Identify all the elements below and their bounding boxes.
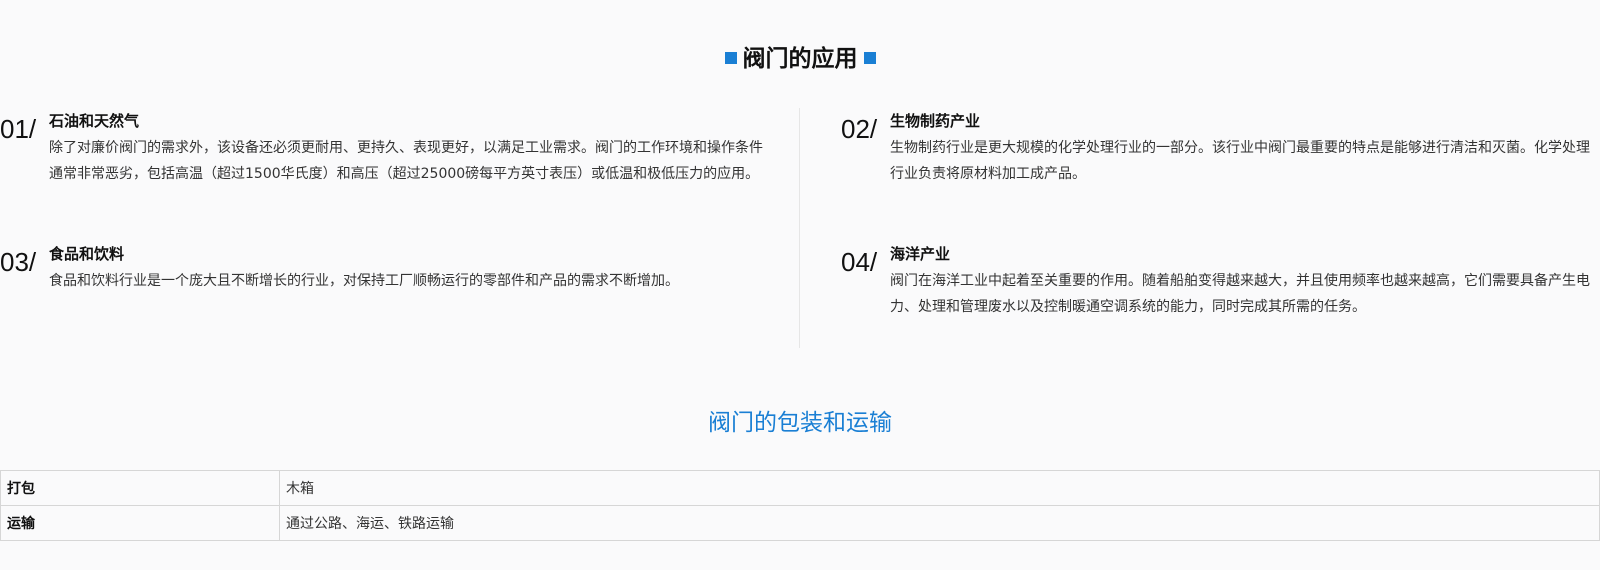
table-row-label: 打包 xyxy=(0,470,280,506)
column-divider xyxy=(799,108,800,348)
applications-section-title: 阀门的应用 xyxy=(0,44,1600,74)
table-row-label: 运输 xyxy=(0,505,280,541)
application-heading: 食品和饮料 xyxy=(49,245,125,263)
application-description: 除了对廉价阀门的需求外，该设备还必须更耐用、更持久、表现更好，以满足工业需求。阀… xyxy=(49,140,763,182)
application-description: 食品和饮料行业是一个庞大且不断增长的行业，对保持工厂顺畅运行的零部件和产品的需求… xyxy=(49,273,679,289)
application-description: 阀门在海洋工业中起着至关重要的作用。随着船舶变得越来越大，并且使用频率也越来越高… xyxy=(890,273,1590,315)
square-bullet-icon xyxy=(863,51,876,64)
application-heading: 海洋产业 xyxy=(890,245,951,263)
application-number: 01/ xyxy=(0,114,37,144)
application-heading: 生物制药产业 xyxy=(890,112,981,130)
application-number: 03/ xyxy=(0,247,37,277)
square-bullet-icon xyxy=(724,51,737,64)
table-row: 运输 通过公路、海运、铁路运输 xyxy=(0,505,1600,541)
packaging-table: 打包 木箱 运输 通过公路、海运、铁路运输 xyxy=(0,470,1600,541)
applications-title-text: 阀门的应用 xyxy=(742,46,858,72)
packaging-section-title: 阀门的包装和运输 xyxy=(708,410,892,436)
table-row-value: 木箱 xyxy=(279,470,1600,506)
application-heading: 石油和天然气 xyxy=(49,112,140,130)
table-row-value: 通过公路、海运、铁路运输 xyxy=(279,505,1600,541)
application-number: 02/ xyxy=(841,114,878,144)
application-description: 生物制药行业是更大规模的化学处理行业的一部分。该行业中阀门最重要的特点是能够进行… xyxy=(890,140,1590,182)
application-number: 04/ xyxy=(841,247,878,277)
table-row: 打包 木箱 xyxy=(0,470,1600,506)
